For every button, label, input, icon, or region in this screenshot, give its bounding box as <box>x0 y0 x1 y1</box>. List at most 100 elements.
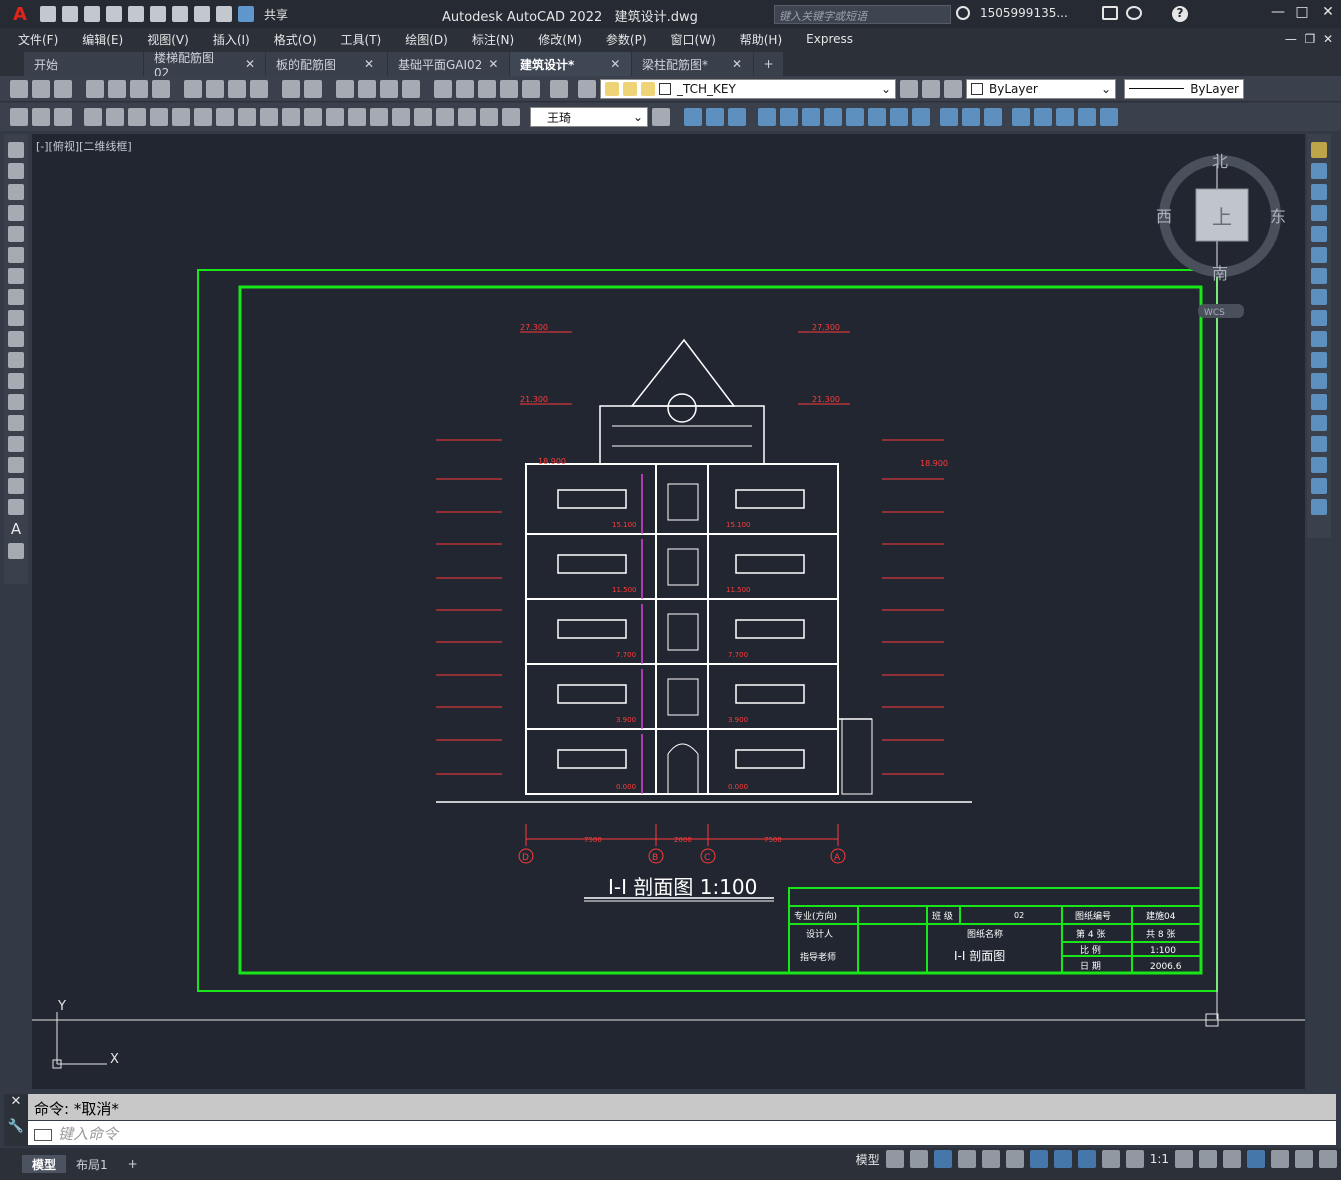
chamfer-icon[interactable] <box>940 108 958 126</box>
menu-express[interactable]: Express <box>806 32 853 46</box>
gradient-icon[interactable] <box>8 457 24 473</box>
menu-file[interactable]: 文件(F) <box>18 31 58 48</box>
tolerance-icon[interactable] <box>370 108 388 126</box>
match-properties-icon[interactable] <box>250 79 268 98</box>
design-center-icon[interactable] <box>456 79 474 98</box>
diameter-dimension-icon[interactable] <box>216 108 234 126</box>
linetype-dropdown[interactable]: ByLayer <box>1124 78 1244 99</box>
polygon-icon[interactable] <box>8 205 24 221</box>
sheet-set-icon[interactable] <box>500 79 518 98</box>
gear-icon[interactable] <box>1175 1150 1193 1168</box>
drawing-utilities-icon[interactable] <box>32 108 50 126</box>
calculator-icon[interactable] <box>522 79 540 98</box>
menu-insert[interactable]: 插入(I) <box>213 31 250 48</box>
tab-start[interactable]: 开始 <box>24 52 144 76</box>
tab-beam-column-rebar[interactable]: 梁柱配筋图* ✕ <box>632 52 754 76</box>
stretch-icon[interactable] <box>1311 310 1327 326</box>
plot-preview-icon[interactable] <box>108 79 126 98</box>
move-icon[interactable] <box>1311 247 1327 263</box>
undo-icon[interactable] <box>194 6 210 22</box>
mirror-icon[interactable] <box>1311 184 1327 200</box>
make-current-layer-icon[interactable] <box>900 79 918 98</box>
explode-icon[interactable] <box>1311 499 1327 515</box>
plus-icon[interactable] <box>1199 1150 1217 1168</box>
snap-icon[interactable] <box>909 1150 928 1168</box>
dimension-edit-icon[interactable] <box>458 108 476 126</box>
rotate-icon[interactable] <box>1311 268 1327 284</box>
continue-dimension-icon[interactable] <box>304 108 322 126</box>
search-input[interactable]: 键入关键字或短语 <box>774 5 951 24</box>
jogged-linear-icon[interactable] <box>436 108 454 126</box>
trim-icon[interactable] <box>1311 331 1327 347</box>
cut-icon[interactable] <box>184 79 202 98</box>
customization-icon[interactable] <box>1319 1150 1337 1168</box>
offset-icon[interactable] <box>1311 205 1327 221</box>
publish-icon[interactable] <box>130 79 148 98</box>
share-button[interactable]: 共享 <box>264 6 288 23</box>
quick-properties-icon[interactable] <box>1247 1150 1265 1168</box>
plot-icon[interactable] <box>86 79 104 98</box>
hatch-icon[interactable] <box>8 436 24 452</box>
open-icon[interactable] <box>32 79 50 98</box>
scale-icon[interactable] <box>1311 289 1327 305</box>
menu-dimension[interactable]: 标注(N) <box>472 31 514 48</box>
add-selected-icon[interactable] <box>8 543 24 559</box>
explode-icon[interactable] <box>984 108 1002 126</box>
close-icon[interactable]: ✕ <box>488 57 498 71</box>
scale-icon[interactable] <box>824 108 842 126</box>
dimension-style-icon[interactable] <box>652 108 670 126</box>
zoom-window-icon[interactable] <box>380 79 398 98</box>
annotation-scale-icon[interactable] <box>1125 1150 1144 1168</box>
rectangle-icon[interactable] <box>8 226 24 242</box>
plot-icon[interactable] <box>172 6 188 22</box>
array-icon[interactable] <box>1311 226 1327 242</box>
isolate-objects-icon[interactable] <box>1271 1150 1289 1168</box>
minimize-button[interactable]: — <box>1268 4 1288 22</box>
construction-line-icon[interactable] <box>8 163 24 179</box>
region-icon[interactable] <box>8 478 24 494</box>
close-icon[interactable]: ✕ <box>245 57 255 71</box>
menu-edit[interactable]: 编辑(E) <box>82 31 123 48</box>
make-block-icon[interactable] <box>8 394 24 410</box>
redo-icon[interactable] <box>216 6 232 22</box>
maximize-button[interactable]: □ <box>1292 4 1312 22</box>
object-snap-icon[interactable] <box>1029 1150 1048 1168</box>
grid-icon[interactable] <box>885 1150 904 1168</box>
break-icon[interactable] <box>912 108 930 126</box>
array-icon[interactable] <box>758 108 776 126</box>
multiline-text-icon[interactable]: A <box>11 520 21 538</box>
layer-freeze-icon[interactable] <box>623 81 637 96</box>
tool-palettes-icon[interactable] <box>478 79 496 98</box>
ordinate-dimension-icon[interactable] <box>150 108 168 126</box>
dimension-text-edit-icon[interactable] <box>480 108 498 126</box>
close-button[interactable]: ✕ <box>1318 4 1338 22</box>
center-mark-icon[interactable] <box>392 108 410 126</box>
viewcube[interactable] <box>1159 155 1281 318</box>
make-block-icon[interactable] <box>1034 108 1052 126</box>
break-at-point-icon[interactable] <box>1311 373 1327 389</box>
help-icon[interactable] <box>550 79 568 98</box>
cart-icon[interactable] <box>1102 6 1118 20</box>
object-snap-tracking-icon[interactable] <box>1005 1150 1024 1168</box>
model-space-button[interactable]: 模型 <box>856 1151 880 1168</box>
line-icon[interactable] <box>8 142 24 158</box>
arc-length-icon[interactable] <box>128 108 146 126</box>
clean-screen-icon[interactable] <box>1295 1150 1313 1168</box>
paste-icon[interactable] <box>228 79 246 98</box>
open-icon[interactable] <box>62 6 78 22</box>
close-icon[interactable]: ✕ <box>732 57 742 71</box>
extend-icon[interactable] <box>1311 352 1327 368</box>
table-icon[interactable] <box>1100 108 1118 126</box>
save-icon[interactable] <box>54 79 72 98</box>
polyline-icon[interactable] <box>8 184 24 200</box>
baseline-dimension-icon[interactable] <box>282 108 300 126</box>
tab-model[interactable]: 模型 <box>22 1155 67 1173</box>
copy-icon[interactable] <box>206 79 224 98</box>
new-tab-button[interactable]: + <box>754 52 784 76</box>
isodraft-icon[interactable] <box>981 1150 1000 1168</box>
layer-dropdown[interactable]: _TCH_KEY ⌄ <box>600 78 896 99</box>
stretch-icon[interactable] <box>846 108 864 126</box>
close-icon[interactable]: ✕ <box>610 57 620 71</box>
menu-format[interactable]: 格式(O) <box>274 31 317 48</box>
linear-dimension-icon[interactable] <box>84 108 102 126</box>
